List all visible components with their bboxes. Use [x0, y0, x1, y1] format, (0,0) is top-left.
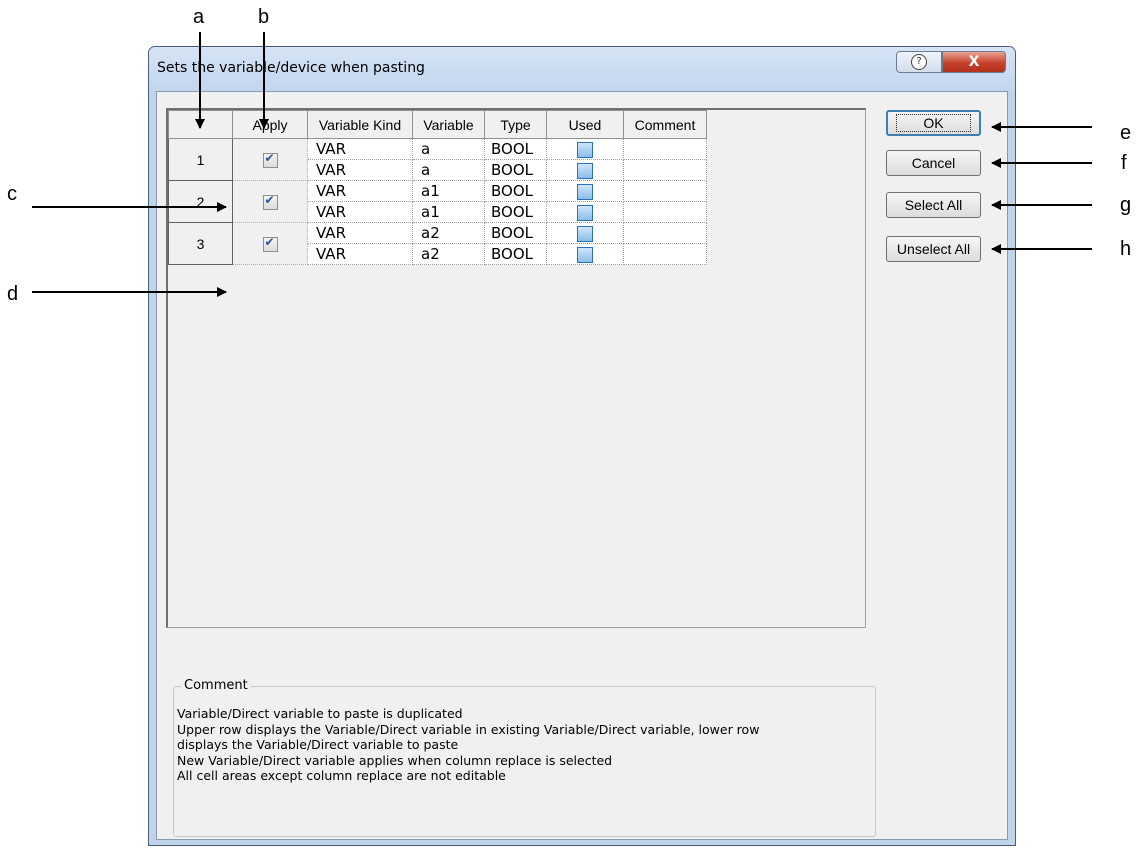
help-button[interactable]: ? [896, 51, 942, 73]
close-icon: X [968, 54, 980, 70]
dialog-title: Sets the variable/device when pasting [157, 60, 425, 76]
cancel-button-label: Cancel [911, 155, 956, 171]
table-row: 1 VAR a BOOL [168, 138, 707, 181]
comment-group-title: Comment [181, 678, 251, 693]
close-button[interactable]: X [942, 51, 1006, 73]
title-bar: Sets the variable/device when pasting ? … [149, 47, 1015, 91]
comment-cell [623, 180, 707, 202]
grid-header-row: Apply Variable Kind Variable Type Used C… [168, 110, 707, 139]
comment-line: Variable/Direct variable to paste is dup… [177, 706, 463, 721]
header-type[interactable]: Type [484, 110, 547, 139]
variable-kind-cell[interactable]: VAR [307, 159, 413, 181]
header-variable-kind[interactable]: Variable Kind [307, 110, 413, 139]
ok-button[interactable]: OK [886, 110, 981, 136]
row-number[interactable]: 3 [168, 222, 233, 265]
used-checkbox [577, 225, 593, 242]
comment-line: All cell areas except column replace are… [177, 768, 506, 783]
header-rownum [168, 110, 233, 139]
variable-kind-cell: VAR [307, 222, 413, 244]
used-cell [546, 222, 624, 244]
apply-cell[interactable] [232, 222, 308, 265]
used-cell [546, 243, 624, 265]
callout-label-a: a [193, 6, 205, 28]
callout-label-f: f [1121, 152, 1127, 174]
comment-line: displays the Variable/Direct variable to… [177, 737, 459, 752]
unselect-all-button-label: Unselect All [896, 241, 971, 257]
variable-grid-panel: Apply Variable Kind Variable Type Used C… [166, 108, 866, 628]
header-used[interactable]: Used [546, 110, 624, 139]
variable-cell: a2 [412, 222, 485, 244]
variable-cell[interactable]: a2 [412, 243, 485, 265]
variable-kind-cell: VAR [307, 138, 413, 160]
type-cell[interactable]: BOOL [484, 159, 547, 181]
comment-cell[interactable] [623, 243, 707, 265]
apply-checkbox[interactable] [262, 151, 278, 168]
used-checkbox [577, 183, 593, 200]
comment-line: New Variable/Direct variable applies whe… [177, 752, 613, 768]
select-all-button-label: Select All [904, 197, 963, 213]
used-cell [546, 180, 624, 202]
ok-button-label: OK [896, 114, 971, 132]
paste-settings-dialog: Sets the variable/device when pasting ? … [148, 46, 1016, 846]
callout-label-h: h [1120, 238, 1132, 260]
apply-cell[interactable] [232, 180, 308, 223]
variable-kind-cell: VAR [307, 180, 413, 202]
row-number[interactable]: 2 [168, 180, 233, 223]
callout-label-e: e [1120, 122, 1132, 144]
header-comment[interactable]: Comment [623, 110, 707, 139]
callout-label-g: g [1120, 194, 1132, 216]
type-cell: BOOL [484, 138, 547, 160]
unselect-all-button[interactable]: Unselect All [886, 236, 981, 262]
used-checkbox [577, 246, 593, 263]
used-cell [546, 201, 624, 223]
header-apply[interactable]: Apply [232, 110, 308, 139]
used-cell [546, 138, 624, 160]
type-cell[interactable]: BOOL [484, 243, 547, 265]
dialog-client-area: Apply Variable Kind Variable Type Used C… [156, 91, 1008, 840]
comment-text: Variable/Direct variable to paste is dup… [177, 706, 759, 784]
used-checkbox [577, 162, 593, 179]
variable-cell: a [412, 138, 485, 160]
type-cell: BOOL [484, 180, 547, 202]
variable-kind-cell[interactable]: VAR [307, 243, 413, 265]
type-cell[interactable]: BOOL [484, 201, 547, 223]
header-variable[interactable]: Variable [412, 110, 485, 139]
apply-checkbox[interactable] [262, 235, 278, 252]
comment-line: Upper row displays the Variable/Direct v… [177, 721, 760, 737]
variable-cell[interactable]: a [412, 159, 485, 181]
callout-label-d: d [7, 283, 19, 305]
comment-cell[interactable] [623, 201, 707, 223]
variable-kind-cell[interactable]: VAR [307, 201, 413, 223]
apply-cell[interactable] [232, 138, 308, 181]
comment-cell [623, 138, 707, 160]
select-all-button[interactable]: Select All [886, 192, 981, 218]
help-icon: ? [911, 54, 927, 70]
apply-checkbox[interactable] [262, 193, 278, 210]
row-number[interactable]: 1 [168, 138, 233, 181]
callout-label-b: b [258, 6, 270, 28]
callout-label-c: c [7, 183, 17, 205]
variable-grid: Apply Variable Kind Variable Type Used C… [168, 110, 707, 265]
variable-cell[interactable]: a1 [412, 201, 485, 223]
comment-cell [623, 222, 707, 244]
variable-cell: a1 [412, 180, 485, 202]
used-checkbox [577, 141, 593, 158]
table-row: 3 VAR a2 BOOL [168, 222, 707, 265]
comment-cell[interactable] [623, 159, 707, 181]
used-checkbox [577, 204, 593, 221]
used-cell [546, 159, 624, 181]
table-row: 2 VAR a1 BOOL [168, 180, 707, 223]
cancel-button[interactable]: Cancel [886, 150, 981, 176]
type-cell: BOOL [484, 222, 547, 244]
